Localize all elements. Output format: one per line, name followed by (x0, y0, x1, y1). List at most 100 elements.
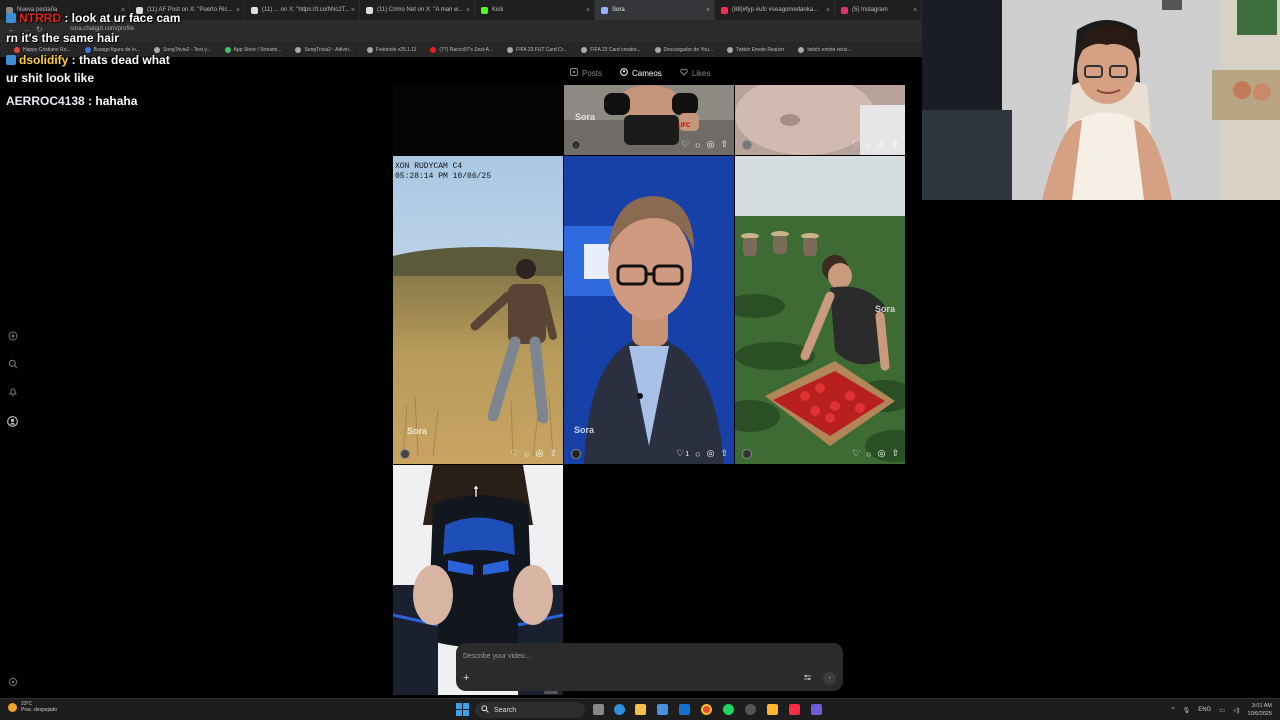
comment-icon[interactable]: ○ (866, 449, 871, 459)
creator-avatar[interactable] (742, 449, 752, 459)
edge-icon[interactable] (614, 704, 625, 715)
network-icon[interactable]: ▭ (1219, 707, 1225, 714)
browser-tab[interactable]: (11) Crimo Net on X: "A man w... × (360, 0, 475, 20)
close-tab-icon[interactable]: × (826, 7, 830, 14)
bookmark-favicon-icon (153, 46, 160, 53)
share-icon[interactable]: ⇧ (891, 448, 899, 459)
tray-chevron-icon[interactable]: ^ (1172, 707, 1175, 713)
video-tile-ufc[interactable]: UFC Sora ♡ ○ ◎ ⇧ (564, 85, 734, 155)
bookmark-item[interactable]: FIFA 23 FUT Card Cr... (507, 46, 567, 53)
mail-icon[interactable] (679, 704, 690, 715)
bookmark-item[interactable]: Feletools v25.1.11 (366, 46, 416, 53)
home-nav-icon[interactable] (7, 330, 18, 341)
task-view-icon[interactable] (593, 704, 604, 715)
share-icon[interactable]: ⇧ (720, 448, 728, 459)
spotify-icon[interactable] (723, 704, 734, 715)
webcam-feed (922, 0, 1280, 200)
share-icon[interactable]: ⇧ (549, 448, 557, 459)
bookmark-item[interactable]: twitch emote resiz... (798, 46, 852, 53)
share-icon[interactable]: ⇧ (720, 139, 728, 150)
bookmark-label: SongTrivia2 - Test y... (162, 46, 211, 53)
settings-sliders-icon[interactable] (803, 673, 812, 684)
comment-icon[interactable]: ○ (695, 140, 700, 150)
heart-icon[interactable]: ♡ (510, 448, 518, 459)
language-indicator[interactable]: ENG (1198, 707, 1211, 713)
volume-icon[interactable]: ◁) (1233, 707, 1240, 714)
bookmark-label: (77) Racco97's Zest-A... (439, 46, 494, 53)
mic-icon[interactable]: 🎙︎ (1183, 707, 1191, 714)
bookmark-favicon-icon (727, 46, 734, 53)
video-tile-field[interactable]: XON RUDYCAM C4 05:28:14 PM 10/06/25 Sora… (393, 156, 563, 464)
music-icon[interactable] (789, 704, 800, 715)
file-explorer-icon[interactable] (635, 704, 646, 715)
close-tab-icon[interactable]: × (351, 7, 355, 14)
tab-cameos[interactable]: Cameos (620, 68, 662, 78)
bookmark-item[interactable]: SongTrivia2 - Test y... (153, 46, 211, 53)
heart-icon[interactable]: ♡ (852, 448, 860, 459)
prompt-input[interactable]: Describe your video... (463, 653, 531, 660)
store-icon[interactable] (657, 704, 668, 715)
prompt-composer: Describe your video... + ↑ (456, 643, 843, 691)
bookmark-item[interactable]: SongTrivia2 - Adivin... (295, 46, 353, 53)
tab-posts[interactable]: Posts (570, 68, 602, 78)
chat-message: dsolidify : thats dead what (6, 53, 170, 67)
remix-icon[interactable]: ◎ (707, 448, 715, 459)
browser-tab[interactable]: Sora × (595, 0, 715, 20)
heart-icon[interactable]: ♡ (681, 139, 689, 150)
settings-nav-icon[interactable] (7, 676, 18, 687)
tab-likes[interactable]: Likes (680, 68, 711, 78)
remix-icon[interactable]: ◎ (878, 139, 886, 150)
browser-tab[interactable]: (88)#fyp #ufc #seagomedanka... × (715, 0, 835, 20)
comment-icon[interactable]: ○ (866, 140, 871, 150)
heart-icon[interactable]: ♡ (852, 139, 860, 150)
scroll-handle[interactable] (544, 691, 558, 694)
bookmark-item[interactable]: Descargador de You... (654, 46, 713, 53)
creator-avatar[interactable] (571, 449, 581, 459)
add-media-button[interactable]: + (463, 672, 469, 684)
search-nav-icon[interactable] (7, 358, 18, 369)
bookmark-favicon-icon (295, 46, 302, 53)
close-tab-icon[interactable]: × (236, 7, 240, 14)
windows-start-icon[interactable] (456, 703, 469, 716)
close-tab-icon[interactable]: × (586, 7, 590, 14)
app-icon[interactable] (811, 704, 822, 715)
remix-icon[interactable]: ◎ (536, 448, 544, 459)
folder-icon[interactable] (767, 704, 778, 715)
send-button[interactable]: ↑ (823, 672, 836, 685)
remix-icon[interactable]: ◎ (707, 139, 715, 150)
bookmark-item[interactable]: Burago figura de lo... (84, 46, 140, 53)
close-tab-icon[interactable]: × (706, 7, 710, 14)
clock[interactable]: 3:01 AM 10/6/2025 (1248, 702, 1272, 718)
remix-icon[interactable]: ◎ (878, 448, 886, 459)
bookmark-item[interactable]: FIFA 23 Card creator... (581, 46, 641, 53)
browser-tab[interactable]: (5) Instagram × (835, 0, 922, 20)
bookmark-item[interactable]: App Store / Streami... (224, 46, 281, 53)
notifications-nav-icon[interactable] (7, 386, 18, 397)
bookmark-item[interactable]: (77) Racco97's Zest-A... (430, 46, 494, 53)
share-icon[interactable]: ⇧ (891, 139, 899, 150)
close-tab-icon[interactable]: × (913, 7, 917, 14)
chat-username: AERROC4138 (6, 94, 85, 108)
close-tab-icon[interactable]: × (466, 7, 470, 14)
video-tile-closeup[interactable]: ♡ ○ ◎ ⇧ (735, 85, 905, 155)
creator-avatar[interactable] (571, 140, 581, 150)
chrome-icon[interactable] (701, 704, 712, 715)
video-tile-strawberry-field[interactable]: Sora ♡ ○ ◎ ⇧ (735, 156, 905, 464)
weather-desc: Prac. despejado (21, 707, 58, 713)
chat-text: ur shit look like (6, 71, 95, 85)
creator-avatar[interactable] (742, 140, 752, 150)
taskbar-search[interactable]: Search (475, 702, 585, 718)
comment-icon[interactable]: ○ (695, 449, 700, 459)
browser-tab[interactable]: Kick × (475, 0, 595, 20)
heart-icon[interactable]: ♡1 (676, 448, 689, 459)
comment-icon[interactable]: ○ (524, 449, 529, 459)
weather-icon (8, 702, 17, 712)
video-tile-tv-host[interactable]: Sora ♡1 ○ ◎ ⇧ (564, 156, 734, 464)
profile-nav-icon[interactable] (7, 416, 18, 427)
creator-avatar[interactable] (400, 449, 410, 459)
obs-icon[interactable] (745, 704, 756, 715)
browser-tab[interactable]: (11) ... on X: "https://t.co/hNc2T... × (245, 0, 360, 20)
bookmark-item[interactable]: Happy Cristiano Ro... (14, 46, 71, 53)
bookmark-item[interactable]: Twitch Emote Resizer (727, 46, 784, 53)
weather-widget[interactable]: 23°C Prac. despejado (8, 701, 57, 713)
